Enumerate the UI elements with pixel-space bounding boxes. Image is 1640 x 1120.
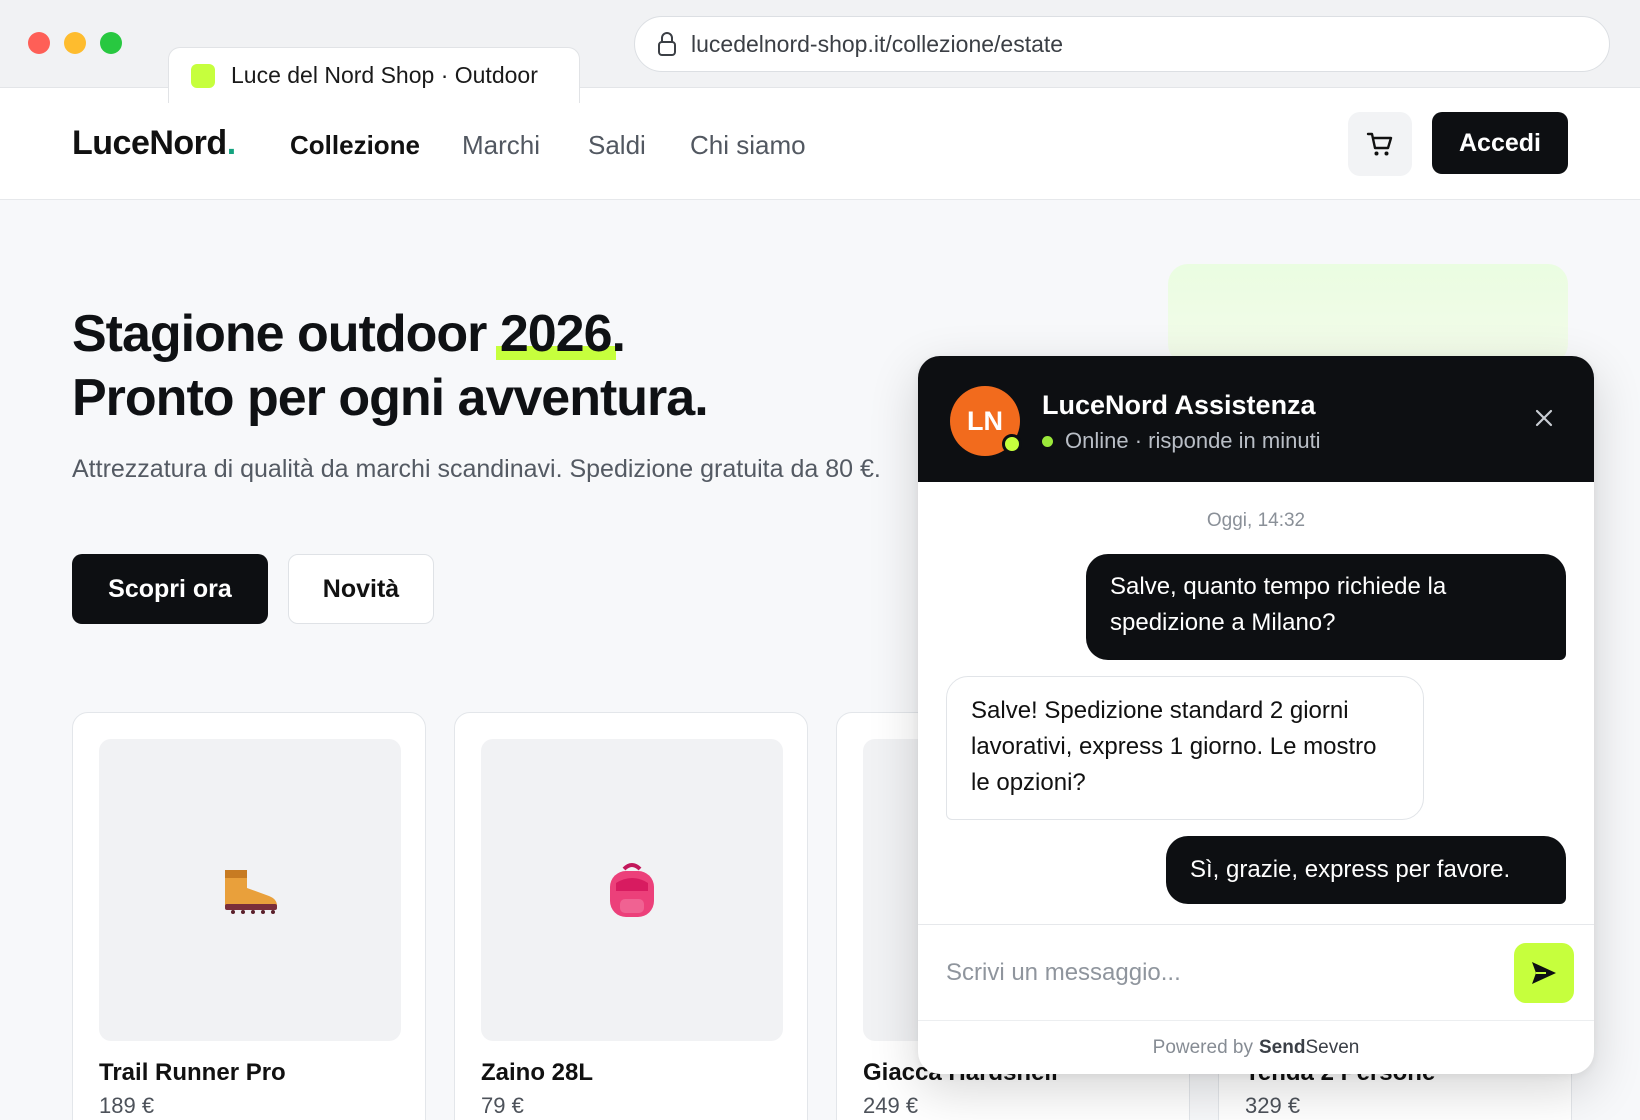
product-price: 329 € xyxy=(1245,1093,1301,1118)
avatar-initials: LN xyxy=(967,405,1003,436)
nav-link-collezione[interactable]: Collezione xyxy=(290,130,420,161)
agent-name: LuceNord Assistenza xyxy=(1042,390,1316,420)
site-logo[interactable]: LuceNord. xyxy=(72,124,236,163)
backpack-icon xyxy=(610,863,654,917)
logo-accent: . xyxy=(226,124,236,162)
logo-text: LuceNord xyxy=(72,124,227,162)
product-card[interactable]: Zaino 28L 79 € xyxy=(454,712,808,1120)
chat-composer xyxy=(918,924,1594,1020)
product-name: Zaino 28L xyxy=(481,1059,594,1086)
address-bar[interactable]: lucedelnord-shop.it/collezione/estate xyxy=(634,16,1610,72)
powered-by-label: Powered by xyxy=(1152,1036,1253,1058)
hero-title-part2: . xyxy=(611,305,626,363)
message-user: Sì, grazie, express per favore. xyxy=(1166,836,1566,904)
chat-message-input[interactable] xyxy=(946,953,1486,993)
chat-close-button[interactable] xyxy=(1526,400,1562,436)
hero-subtitle: Attrezzatura di qualità da marchi scandi… xyxy=(72,455,881,483)
online-dot-icon xyxy=(1042,435,1053,447)
product-price: 189 € xyxy=(99,1093,155,1118)
product-card[interactable]: Trail Runner Pro 189 € xyxy=(72,712,426,1120)
send-icon xyxy=(1532,962,1556,984)
send-button[interactable] xyxy=(1514,943,1574,1003)
agent-avatar: LN xyxy=(950,386,1022,456)
favicon-icon xyxy=(191,63,215,88)
chat-header: LN LuceNord Assistenza Online · risponde… xyxy=(918,356,1594,482)
agent-status: Online · risponde in minuti xyxy=(1042,428,1321,454)
product-price: 79 € xyxy=(481,1093,524,1118)
login-button[interactable]: Accedi xyxy=(1432,112,1568,174)
sendseven-brand-rest[interactable]: Seven xyxy=(1305,1037,1359,1059)
product-price: 249 € xyxy=(863,1093,919,1118)
new-arrivals-button[interactable]: Novità xyxy=(288,554,434,624)
message-user: Salve, quanto tempo richiede la spedizio… xyxy=(1086,554,1566,660)
url-text: lucedelnord-shop.it/collezione/estate xyxy=(691,30,1064,57)
product-image xyxy=(481,739,783,1041)
hero-title-highlight: 2026 xyxy=(495,302,616,366)
cart-icon xyxy=(1366,132,1393,156)
hiking-boot-icon xyxy=(225,870,277,914)
product-image xyxy=(99,739,401,1041)
agent-status-text: Online · risponde in minuti xyxy=(1065,428,1321,453)
nav-link-marchi[interactable]: Marchi xyxy=(462,130,540,161)
tab-title: Luce del Nord Shop · Outdoor xyxy=(231,62,538,88)
presence-indicator xyxy=(1002,434,1022,454)
sendseven-brand-bold[interactable]: Send xyxy=(1259,1037,1305,1059)
hero-title-part1: Stagione outdoor xyxy=(72,305,500,363)
chat-footer: Powered by Send Seven xyxy=(918,1020,1594,1074)
window-maximize-dot[interactable] xyxy=(100,32,122,54)
cart-button[interactable] xyxy=(1348,112,1412,176)
nav-link-chi-siamo[interactable]: Chi siamo xyxy=(690,130,806,161)
product-name: Trail Runner Pro xyxy=(99,1059,286,1086)
nav-link-saldi[interactable]: Saldi xyxy=(588,130,646,161)
window-close-dot[interactable] xyxy=(28,32,50,54)
hero-title-line2: Pronto per ogni avventura. xyxy=(72,369,709,427)
lock-icon xyxy=(658,32,676,56)
site-header: LuceNord. Collezione Marchi Saldi Chi si… xyxy=(0,88,1640,200)
window-minimize-dot[interactable] xyxy=(64,32,86,54)
close-icon xyxy=(1535,409,1553,427)
chat-widget: LN LuceNord Assistenza Online · risponde… xyxy=(918,356,1594,1074)
chat-timestamp: Oggi, 14:32 xyxy=(1206,510,1306,531)
discover-button[interactable]: Scopri ora xyxy=(72,554,268,624)
hero-title: Stagione outdoor 2026. Pronto per ogni a… xyxy=(72,302,709,430)
browser-tab[interactable]: Luce del Nord Shop · Outdoor xyxy=(168,47,580,103)
hero-decoration xyxy=(1168,264,1568,364)
message-agent: Salve! Spedizione standard 2 giorni lavo… xyxy=(946,676,1424,820)
